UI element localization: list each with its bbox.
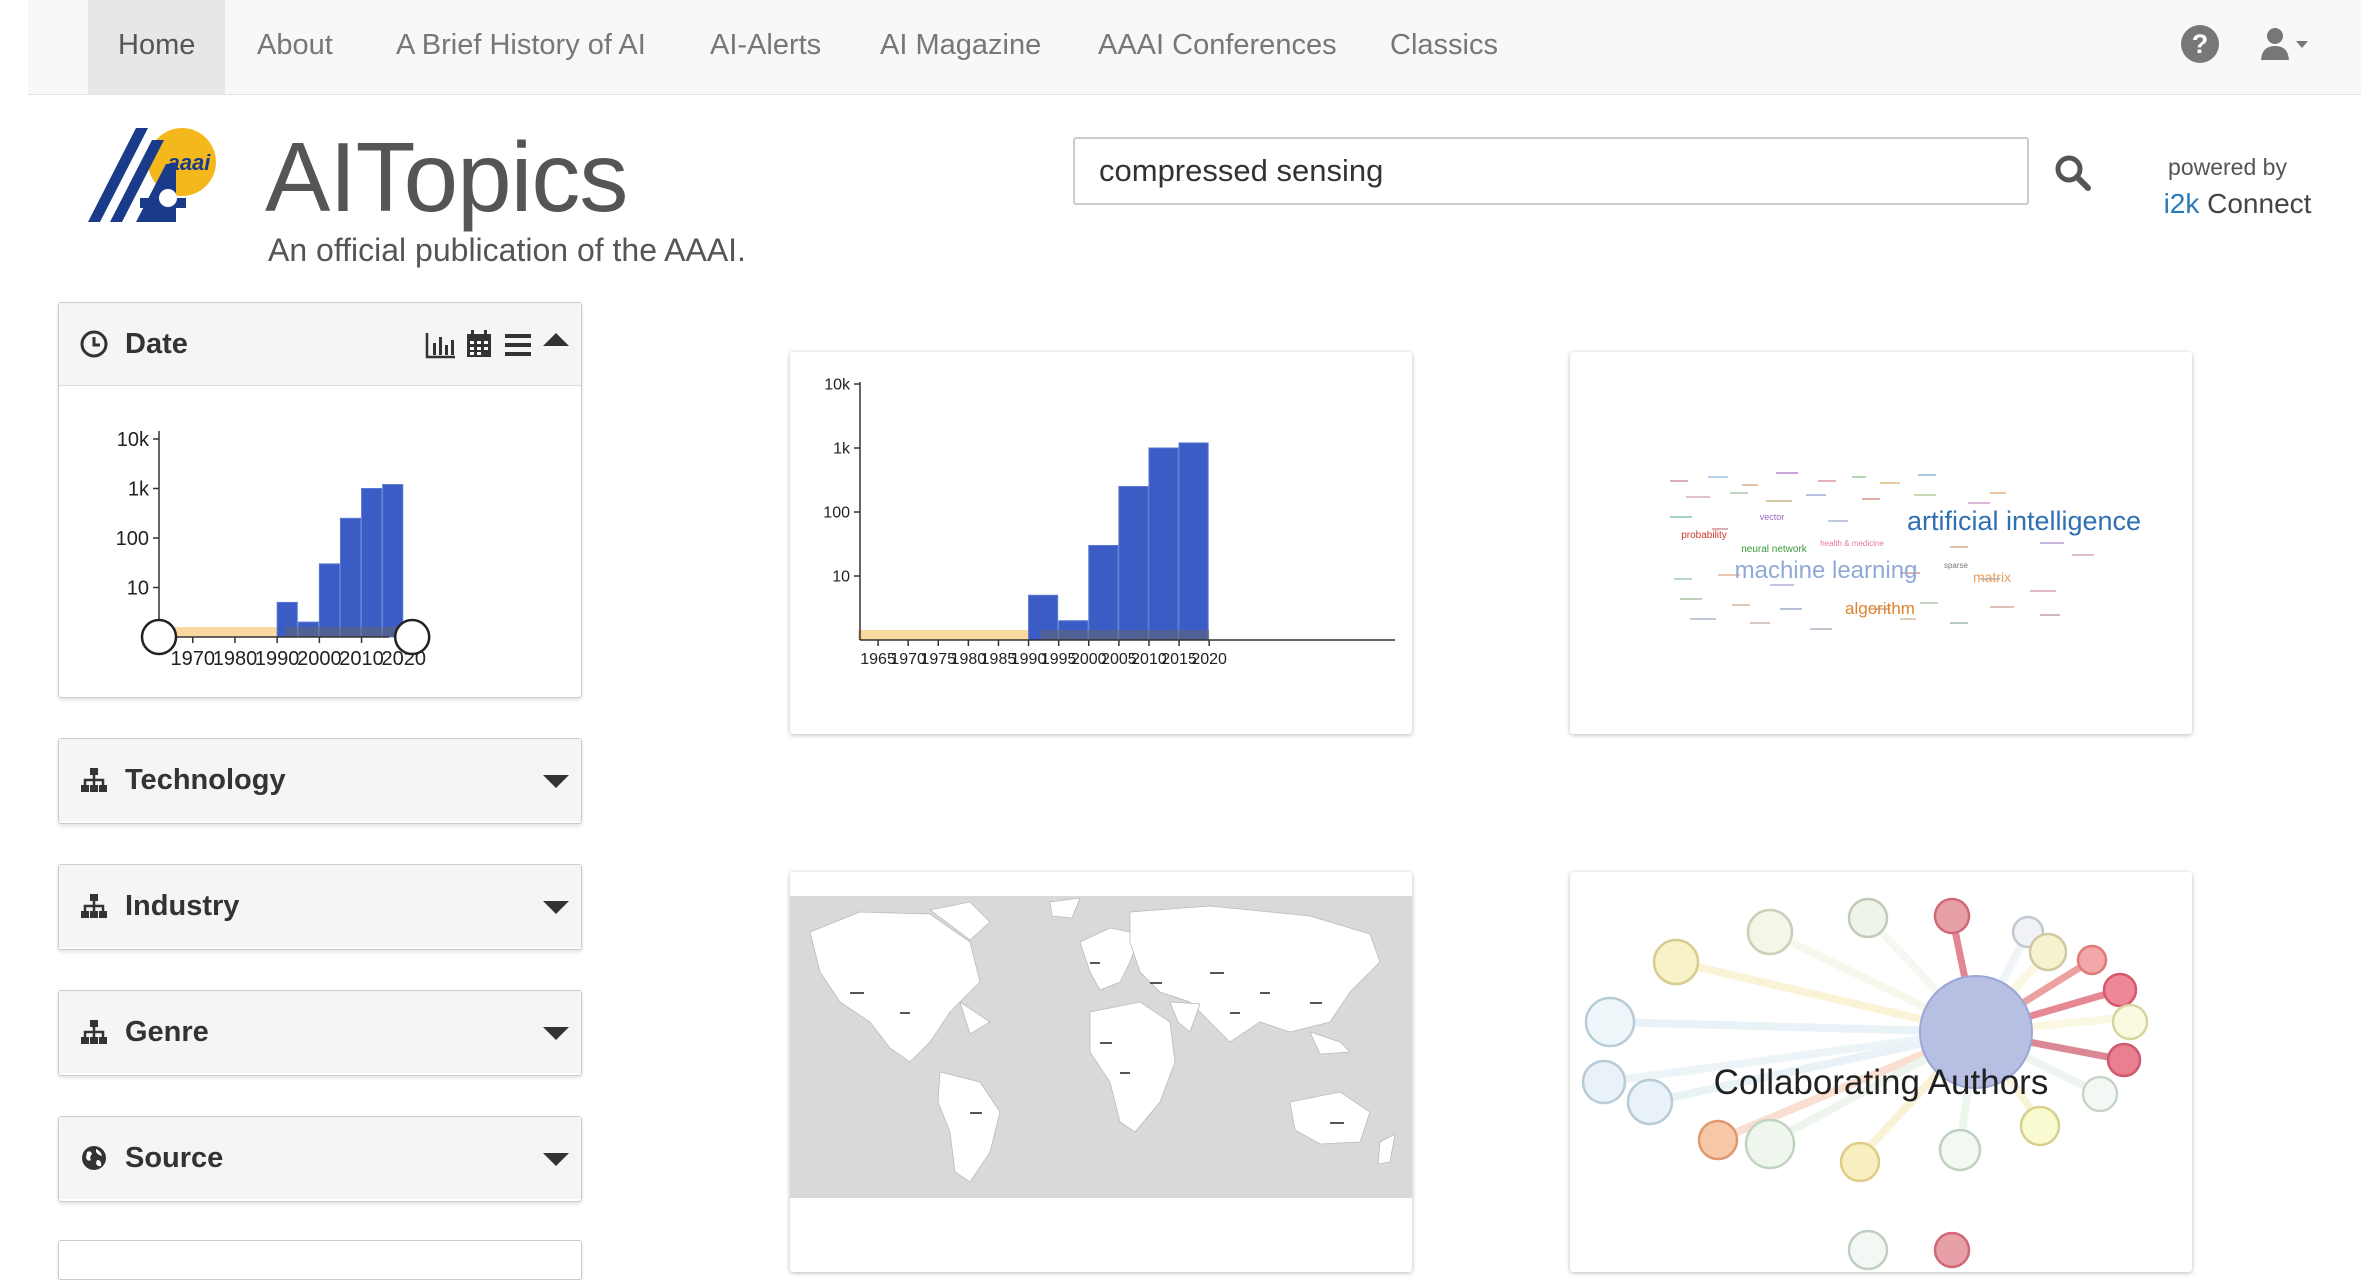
date-panel-title: Date: [125, 328, 188, 360]
histogram-view-icon[interactable]: [425, 331, 457, 359]
expand-icon[interactable]: [543, 1153, 569, 1166]
word-algorithm: algorithm: [1845, 599, 1915, 618]
site-brand[interactable]: AITopics: [265, 118, 628, 236]
aaai-logo[interactable]: aaai: [88, 120, 228, 230]
nav-ai-magazine[interactable]: AI Magazine: [880, 0, 1041, 94]
source-filter-panel[interactable]: Source: [58, 1116, 582, 1202]
nav-aaai-conferences[interactable]: AAAI Conferences: [1098, 0, 1337, 94]
word-probability: probability: [1681, 530, 1727, 541]
tagline: An official publication of the AAAI.: [268, 232, 746, 268]
nav-about[interactable]: About: [257, 0, 333, 94]
y-tick-label: 10k: [117, 429, 150, 451]
nav-home[interactable]: Home: [88, 0, 226, 94]
search-icon[interactable]: [2050, 150, 2098, 198]
x-tick-label: 2000: [297, 648, 342, 670]
range-overlay: [1040, 630, 1210, 640]
genre-filter-panel[interactable]: Genre: [58, 990, 582, 1076]
user-dropdown-icon[interactable]: [2260, 24, 2316, 64]
collapse-icon[interactable]: [543, 333, 569, 346]
date-panel-header[interactable]: Date: [59, 303, 581, 386]
svg-text:?: ?: [2192, 29, 2209, 59]
search-input[interactable]: [1073, 137, 2029, 205]
collaborating-authors-card[interactable]: Collaborating Authors: [1570, 872, 2192, 1272]
word-machine-learning: machine learning: [1735, 557, 1918, 584]
y-tick-label: 1k: [128, 479, 150, 501]
x-tick-label: 1990: [255, 648, 300, 670]
word-sparse: sparse: [1944, 561, 1969, 570]
histogram-bar[interactable]: [382, 484, 404, 638]
powered-by-label: powered by: [2168, 154, 2287, 180]
word-health-medicine: health & medicine: [1820, 539, 1884, 548]
sitemap-icon: [81, 768, 107, 792]
collaborating-authors-label: Collaborating Authors: [1714, 1063, 2049, 1102]
expand-icon[interactable]: [543, 901, 569, 914]
top-navbar: Home About A Brief History of AI AI-Aler…: [28, 0, 2361, 95]
histogram-bar[interactable]: [318, 563, 340, 638]
word-neural-network: neural network: [1741, 544, 1808, 555]
histogram-bar[interactable]: [1088, 544, 1119, 641]
y-tick-label: 1k: [833, 441, 851, 458]
nav-classics[interactable]: Classics: [1390, 0, 1498, 94]
y-tick-label: 10: [832, 569, 850, 586]
industry-filter-panel[interactable]: Industry: [58, 864, 582, 950]
histogram-bar[interactable]: [339, 517, 362, 638]
expand-icon[interactable]: [543, 775, 569, 788]
expand-icon[interactable]: [543, 1027, 569, 1040]
industry-panel-title: Industry: [125, 890, 240, 922]
author-network-graph: Collaborating Authors: [1581, 897, 2149, 1271]
y-tick-label: 100: [116, 528, 149, 550]
nav-ai-alerts[interactable]: AI-Alerts: [710, 0, 821, 94]
technology-filter-panel[interactable]: Technology: [58, 738, 582, 824]
x-tick-label: 2010: [339, 648, 384, 670]
x-tick-label: 2020: [1191, 651, 1227, 668]
y-tick-label: 10: [127, 578, 149, 600]
date-histogram-card[interactable]: 10k 1k 100 10 1965 1970 1975 1980 1985 1990 1995 20…: [790, 352, 1412, 734]
nav-brief-history[interactable]: A Brief History of AI: [396, 0, 646, 94]
y-tick-label: 100: [823, 505, 850, 522]
sitemap-icon: [81, 894, 107, 918]
y-tick-label: 10k: [824, 377, 851, 394]
world-map: [790, 896, 1412, 1198]
help-icon[interactable]: ?: [2180, 24, 2220, 64]
x-tick-label: 1980: [213, 648, 258, 670]
range-start-handle[interactable]: [140, 618, 178, 656]
svg-text:aaai: aaai: [168, 150, 212, 175]
word-matrix: matrix: [1973, 569, 2011, 585]
i2k-connect-logo[interactable]: i2k Connect: [2150, 188, 2325, 220]
range-overlay: [285, 627, 413, 637]
histogram-bar[interactable]: [1178, 442, 1209, 641]
globe-icon: [82, 1146, 106, 1170]
clock-icon: [80, 330, 108, 358]
date-filter-panel: Date 10k 1k 100 10 1970 1980 1990 2000 2010 2020: [58, 302, 582, 698]
histogram-bar[interactable]: [361, 488, 383, 638]
range-end-handle[interactable]: [393, 618, 431, 656]
word-cloud: artificial intelligence machine learning…: [1670, 472, 2141, 630]
x-tick-label: 1970: [171, 648, 216, 670]
next-filter-panel[interactable]: [58, 1240, 582, 1280]
technology-panel-title: Technology: [125, 764, 286, 796]
word-cloud-card[interactable]: artificial intelligence machine learning…: [1570, 352, 2192, 734]
calendar-icon[interactable]: [465, 329, 493, 359]
word-vector: vector: [1760, 512, 1785, 522]
world-map-card[interactable]: [790, 872, 1412, 1272]
card-histogram-chart: 10k1k10010196519701975198019851990199520…: [823, 377, 1395, 668]
date-histogram-chart[interactable]: 10k1k10010197019801990200020102020: [59, 385, 581, 697]
genre-panel-title: Genre: [125, 1016, 209, 1048]
histogram-bar[interactable]: [1148, 447, 1179, 641]
list-view-icon[interactable]: [505, 333, 531, 357]
sitemap-icon: [81, 1020, 107, 1044]
histogram-bar[interactable]: [1118, 486, 1149, 641]
source-panel-title: Source: [125, 1142, 224, 1174]
word-artificial-intelligence: artificial intelligence: [1907, 506, 2141, 536]
